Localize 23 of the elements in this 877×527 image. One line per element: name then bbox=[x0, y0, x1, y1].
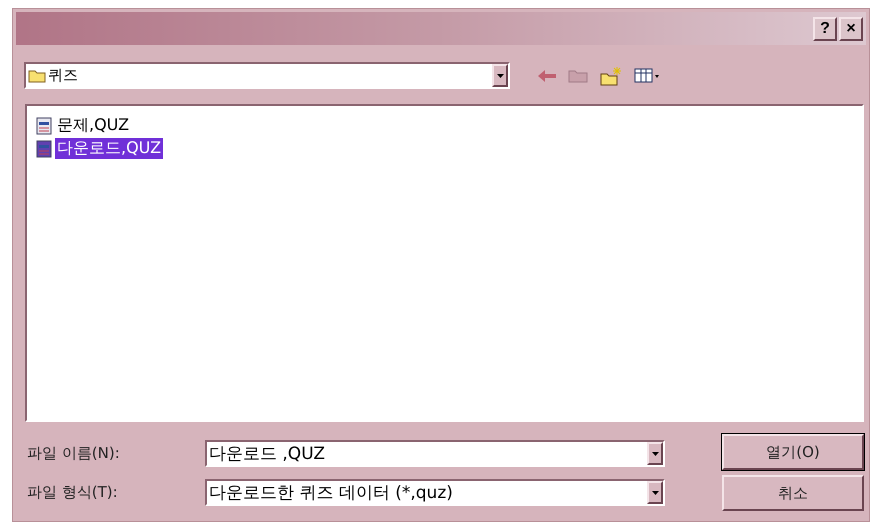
new-folder-icon[interactable] bbox=[600, 66, 622, 86]
dropdown-button[interactable] bbox=[492, 64, 508, 87]
input-field[interactable]: 다운로드 ,QUZ bbox=[205, 440, 665, 467]
caret-icon bbox=[496, 74, 504, 78]
location-dropdown[interactable]: 퀴즈 bbox=[24, 62, 510, 89]
file-icon bbox=[35, 140, 53, 158]
dropdown-button[interactable] bbox=[647, 481, 663, 504]
file-icon bbox=[35, 116, 53, 134]
caret-icon bbox=[652, 490, 658, 494]
file-name[interactable]: 다운로드,QUZ bbox=[55, 138, 164, 159]
open-button[interactable]: 열기(O) bbox=[722, 434, 864, 470]
file-name[interactable]: 문제,QUZ bbox=[55, 115, 132, 136]
input-field[interactable]: 다운로드한 퀴즈 데이터 (*,quz) bbox=[205, 479, 665, 506]
help-button[interactable]: ? bbox=[813, 16, 837, 40]
field-label: 파일 이름(N): bbox=[27, 444, 121, 463]
location-text: 퀴즈 bbox=[48, 66, 78, 85]
cancel-button[interactable]: 취소 bbox=[722, 475, 864, 511]
view-menu-icon[interactable] bbox=[634, 68, 660, 83]
folder-icon bbox=[28, 68, 46, 83]
dropdown-button[interactable] bbox=[647, 442, 663, 465]
field-label: 파일 형식(T): bbox=[27, 483, 119, 502]
close-button[interactable]: × bbox=[839, 16, 863, 40]
caret-icon bbox=[652, 452, 658, 456]
